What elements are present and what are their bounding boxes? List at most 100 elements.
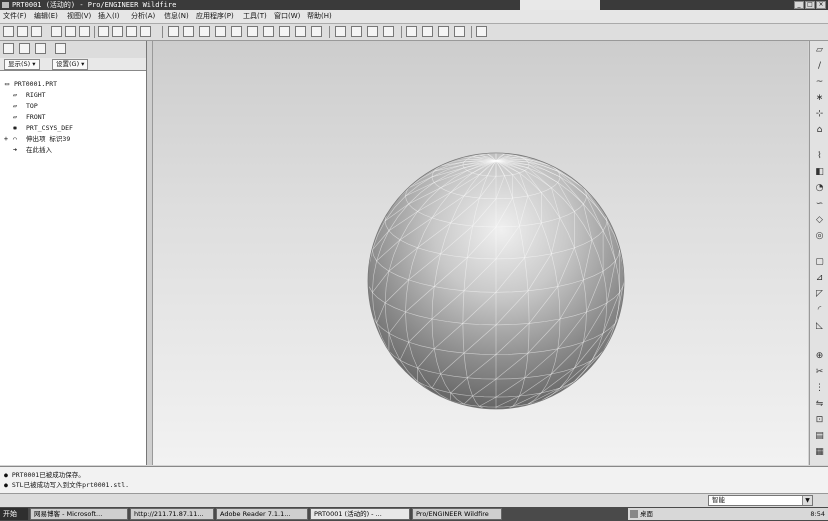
- email-icon[interactable]: [65, 26, 76, 37]
- menu-analysis[interactable]: 分析(A): [131, 11, 155, 22]
- datum-planes-icon[interactable]: [406, 26, 417, 37]
- desktop-label[interactable]: 桌面: [640, 508, 653, 520]
- orient-icon[interactable]: [199, 26, 210, 37]
- blend-tool-icon[interactable]: ◇: [814, 215, 825, 226]
- saved-views-icon[interactable]: [279, 26, 290, 37]
- menu-applications[interactable]: 应用程序(P): [196, 11, 234, 22]
- open-file-icon[interactable]: [17, 26, 28, 37]
- coordinate-system-icon: ✱: [12, 124, 18, 132]
- datum-plane-tool-icon[interactable]: ▱: [814, 45, 825, 56]
- no-hidden-icon[interactable]: [367, 26, 378, 37]
- connections-tab-icon[interactable]: [55, 43, 66, 54]
- menu-help[interactable]: 帮助(H): [307, 11, 332, 22]
- selection-filter-select[interactable]: 智能 ▼: [708, 495, 813, 506]
- csys-tool-icon[interactable]: ⊹: [814, 109, 825, 120]
- menu-info[interactable]: 信息(N): [164, 11, 189, 22]
- extrude-tool-icon[interactable]: ◧: [814, 167, 825, 178]
- toolbar-separator: [329, 26, 330, 38]
- sphere-model: [367, 152, 625, 410]
- tree-item-label: FRONT: [26, 113, 46, 121]
- hidden-line-icon[interactable]: [351, 26, 362, 37]
- start-button[interactable]: 开始: [0, 508, 28, 520]
- tree-item-label: 在此插入: [26, 146, 52, 154]
- new-file-icon[interactable]: [3, 26, 14, 37]
- round-tool-icon[interactable]: ◜: [814, 305, 825, 316]
- settings-dropdown[interactable]: 设置(G) ▾: [52, 59, 89, 70]
- sketch-tool-icon[interactable]: ⌇: [814, 151, 825, 162]
- desktop-icon[interactable]: [630, 510, 638, 518]
- refit-icon[interactable]: [247, 26, 258, 37]
- thicken-tool-icon[interactable]: ▤: [814, 431, 825, 442]
- coordinate-systems-icon[interactable]: [454, 26, 465, 37]
- spin-center-icon[interactable]: [183, 26, 194, 37]
- menu-file[interactable]: 文件(F): [3, 11, 27, 22]
- show-dropdown[interactable]: 显示(S) ▾: [4, 59, 40, 70]
- datum-axes-icon[interactable]: [422, 26, 433, 37]
- context-help-icon[interactable]: [476, 26, 487, 37]
- taskbar-item[interactable]: Adobe Reader 7.1.1...: [216, 508, 308, 520]
- menu-window[interactable]: 窗口(W): [274, 11, 300, 22]
- print-icon[interactable]: [51, 26, 62, 37]
- folder-browser-tab-icon[interactable]: [19, 43, 30, 54]
- select-box-icon[interactable]: [140, 26, 151, 37]
- toolbar-separator: [401, 26, 402, 38]
- merge-tool-icon[interactable]: ⊕: [814, 351, 825, 362]
- undo-icon[interactable]: [98, 26, 109, 37]
- datum-curve-tool-icon[interactable]: ~: [814, 77, 825, 88]
- hole-tool-icon[interactable]: ◎: [814, 231, 825, 242]
- shell-tool-icon[interactable]: ▢: [814, 257, 825, 268]
- revolve-tool-icon[interactable]: ◔: [814, 183, 825, 194]
- reorient-icon[interactable]: [263, 26, 274, 37]
- toolbar-separator: [471, 26, 472, 38]
- message-line: ● STL已被成功写入到文件prt0001.stl.: [4, 481, 130, 489]
- send-icon[interactable]: [79, 26, 90, 37]
- model-tree-tab-icon[interactable]: [3, 43, 14, 54]
- part-icon: ▭: [4, 80, 10, 88]
- menu-view[interactable]: 视图(V): [67, 11, 91, 22]
- regenerate-icon[interactable]: [126, 26, 137, 37]
- datum-axis-tool-icon[interactable]: /: [814, 61, 825, 72]
- solidify-tool-icon[interactable]: ▦: [814, 447, 825, 458]
- taskbar-item-active[interactable]: PRT0001 (活动的) - ...: [310, 508, 410, 520]
- view-manager-icon[interactable]: [311, 26, 322, 37]
- zoom-in-icon[interactable]: [215, 26, 226, 37]
- sweep-tool-icon[interactable]: ∽: [814, 199, 825, 210]
- mirror-tool-icon[interactable]: ⇋: [814, 399, 825, 410]
- chamfer-tool-icon[interactable]: ◺: [814, 321, 825, 332]
- chevron-down-icon[interactable]: ▼: [802, 496, 812, 505]
- taskbar-item[interactable]: Pro/ENGINEER Wildfire: [412, 508, 502, 520]
- clock: 8:54: [810, 510, 825, 518]
- redo-icon[interactable]: [112, 26, 123, 37]
- save-icon[interactable]: [31, 26, 42, 37]
- trim-tool-icon[interactable]: ✂: [814, 367, 825, 378]
- offset-tool-icon[interactable]: ⊡: [814, 415, 825, 426]
- draft-tool-icon[interactable]: ◸: [814, 289, 825, 300]
- datum-point-tool-icon[interactable]: ∗: [814, 93, 825, 104]
- close-button[interactable]: ×: [816, 1, 826, 9]
- graphics-window[interactable]: [153, 41, 808, 465]
- rib-tool-icon[interactable]: ⊿: [814, 273, 825, 284]
- maximize-button[interactable]: □: [805, 1, 815, 9]
- message-area: ● PRT0001已被成功保存。 ● STL已被成功写入到文件prt0001.s…: [0, 466, 828, 494]
- favorites-tab-icon[interactable]: [35, 43, 46, 54]
- layers-icon[interactable]: [295, 26, 306, 37]
- analysis-tool-icon[interactable]: ⌂: [814, 125, 825, 136]
- pattern-tool-icon[interactable]: ⋮: [814, 383, 825, 394]
- datum-points-icon[interactable]: [438, 26, 449, 37]
- menu-edit[interactable]: 编辑(E): [34, 11, 58, 22]
- zoom-out-icon[interactable]: [231, 26, 242, 37]
- tree-options-row: 显示(S) ▾ 设置(G) ▾: [0, 58, 146, 71]
- datum-plane-icon: ▱: [12, 91, 18, 99]
- toolbar-separator: [162, 26, 163, 38]
- wireframe-icon[interactable]: [335, 26, 346, 37]
- repaint-icon[interactable]: [168, 26, 179, 37]
- menu-tools[interactable]: 工具(T): [243, 11, 267, 22]
- taskbar-item[interactable]: http://211.71.87.11...: [130, 508, 214, 520]
- feature-toolbar: ▱ / ~ ∗ ⊹ ⌂ ⌇ ◧ ◔ ∽ ◇ ◎ ▢ ⊿ ◸ ◜ ◺ ⊕ ✂ ⋮ …: [809, 41, 828, 465]
- expand-icon[interactable]: +: [2, 135, 10, 143]
- system-tray: 桌面 8:54: [628, 508, 828, 520]
- menu-insert[interactable]: 插入(I): [98, 11, 120, 22]
- taskbar-item[interactable]: 网易博客 - Microsoft...: [30, 508, 128, 520]
- shading-icon[interactable]: [383, 26, 394, 37]
- minimize-button[interactable]: _: [794, 1, 804, 9]
